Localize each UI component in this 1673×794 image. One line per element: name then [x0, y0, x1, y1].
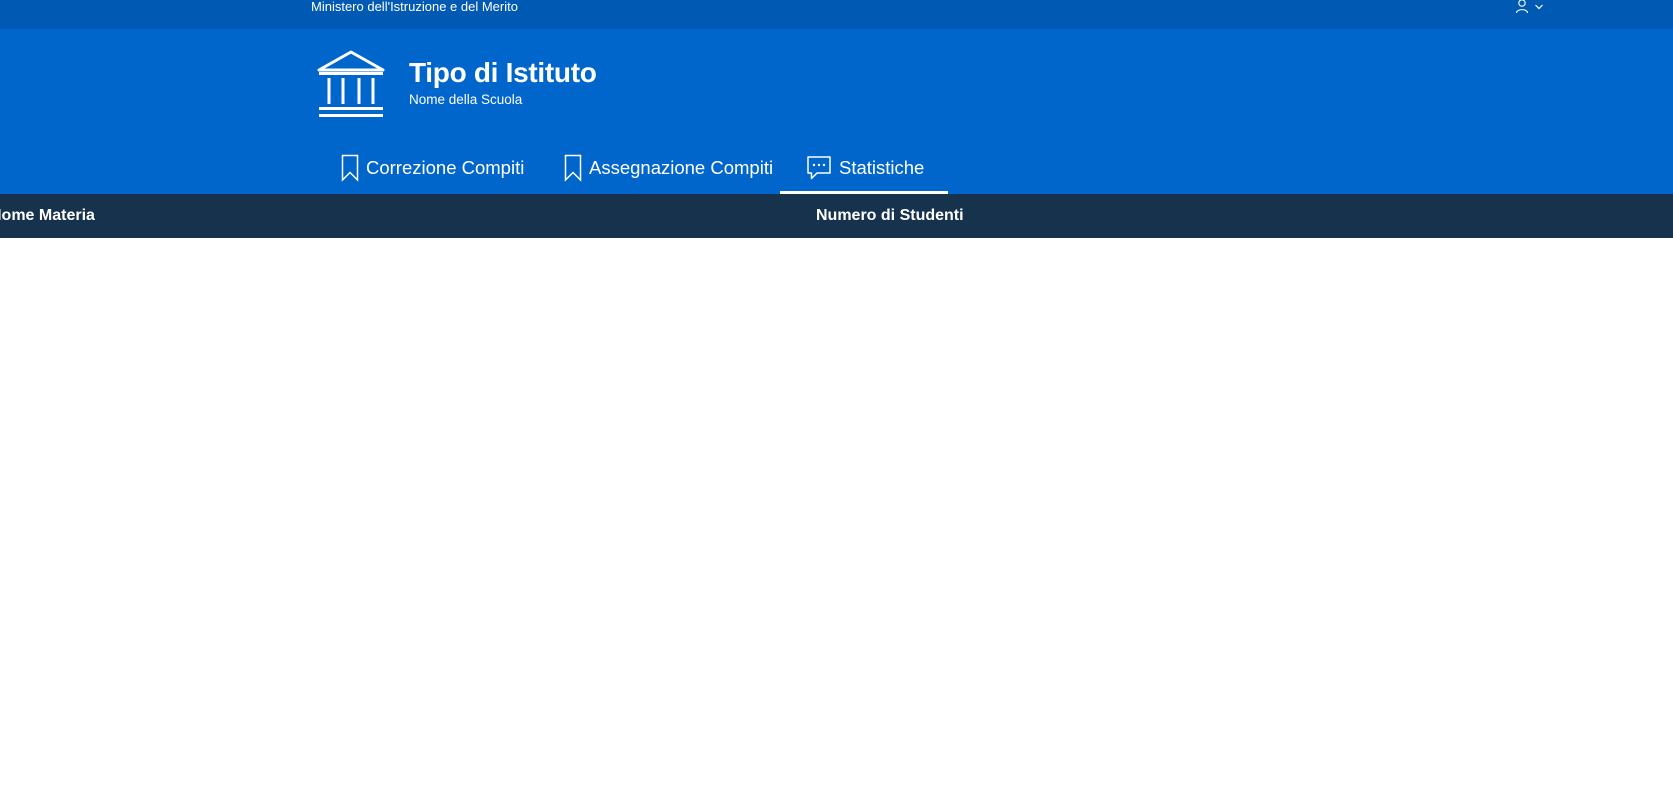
top-bar: Ministero dell'Istruzione e del Merito — [0, 0, 1673, 29]
institution-type-title[interactable]: Tipo di Istituto — [409, 56, 597, 90]
chevron-down-icon — [1534, 0, 1544, 17]
bookmark-icon — [564, 154, 582, 182]
chat-icon — [806, 155, 832, 181]
nav-item-assegnazione-compiti[interactable]: Assegnazione Compiti — [564, 141, 773, 194]
nav-item-statistiche[interactable]: Statistiche — [780, 141, 949, 194]
main-navigation: Correzione Compiti Assegnazione Compiti … — [0, 141, 1673, 194]
user-icon — [1514, 0, 1530, 19]
column-header-nome-materia[interactable]: Nome Materia — [0, 194, 95, 238]
site-header: Tipo di Istituto Nome della Scuola Corre… — [0, 29, 1673, 194]
table-header-row: Nome Materia Numero di Studenti — [0, 194, 1673, 238]
nav-item-correzione-compiti[interactable]: Correzione Compiti — [341, 141, 524, 194]
user-menu-button[interactable] — [1514, 0, 1544, 16]
nav-item-label: Assegnazione Compiti — [589, 156, 774, 178]
nav-item-label: Correzione Compiti — [366, 156, 525, 178]
column-header-numero-studenti[interactable]: Numero di Studenti — [816, 194, 964, 238]
nav-item-label: Statistiche — [839, 156, 925, 178]
school-name-subtitle: Nome della Scuola — [409, 92, 523, 107]
bookmark-icon — [341, 154, 359, 182]
ministry-link[interactable]: Ministero dell'Istruzione e del Merito — [311, 0, 518, 14]
institution-icon — [316, 49, 386, 119]
